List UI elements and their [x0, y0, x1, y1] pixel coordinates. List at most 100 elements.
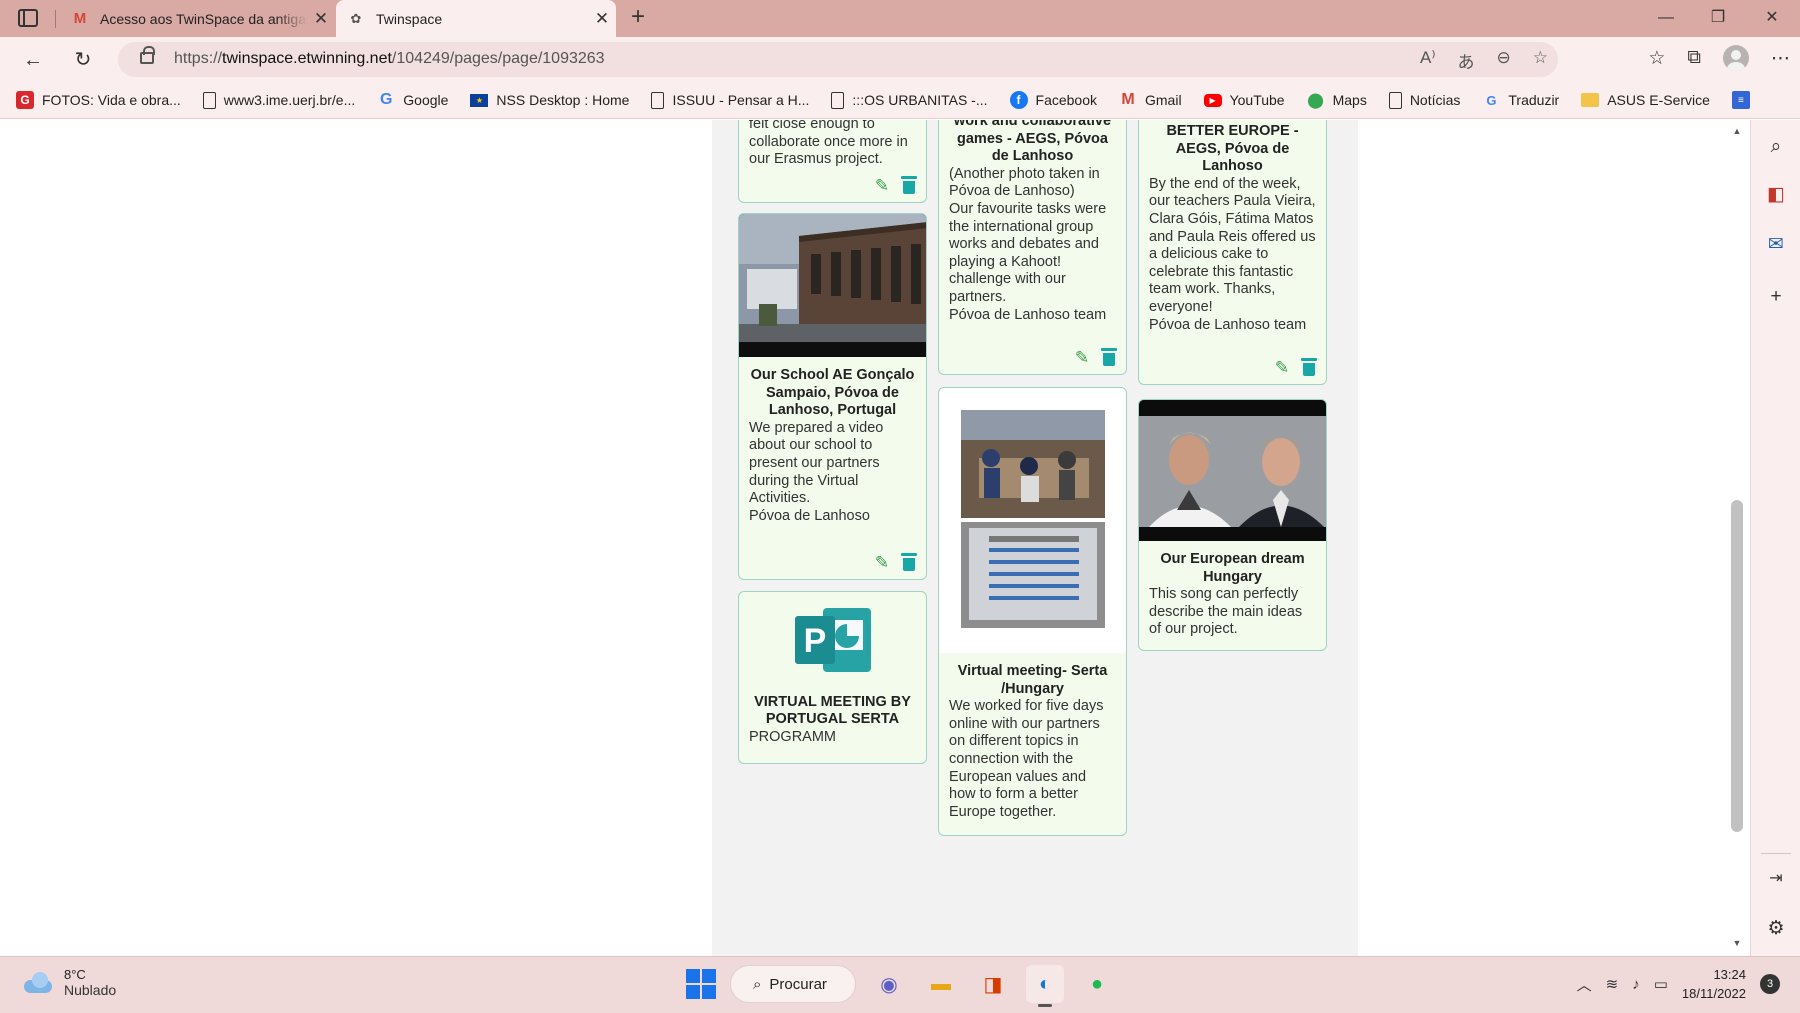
restore-button[interactable]: ❐: [1692, 0, 1744, 37]
scrollbar-thumb[interactable]: [1731, 500, 1743, 832]
card-collaborative-games[interactable]: work and collaborative games - AEGS, Póv…: [938, 120, 1127, 375]
edit-icon[interactable]: ✎: [872, 176, 892, 196]
tab-actions-icon[interactable]: [18, 9, 38, 27]
zoom-out-icon[interactable]: ⊖: [1497, 48, 1511, 73]
teams-chat-icon[interactable]: ◉: [870, 965, 908, 1003]
edit-icon[interactable]: ✎: [1072, 348, 1092, 368]
meeting-photo[interactable]: [939, 388, 1126, 653]
bookmark-youtube[interactable]: ▶ YouTube: [1203, 92, 1285, 108]
bookmark-ime-uerj[interactable]: www3.ime.uerj.br/e...: [202, 91, 355, 109]
card-actions: ✎: [872, 176, 917, 196]
card-title[interactable]: Our European dream Hungary: [1139, 541, 1326, 586]
bookmark-noticias[interactable]: Notícias: [1388, 91, 1460, 109]
notification-badge[interactable]: 3: [1760, 974, 1780, 994]
bookmark-issuu[interactable]: ISSUU - Pensar a H...: [651, 91, 809, 109]
add-app-icon[interactable]: +: [1763, 284, 1789, 310]
powerpoint-icon[interactable]: P: [739, 592, 926, 682]
card-title[interactable]: BETTER EUROPE - AEGS, Póvoa de Lanhoso: [1139, 120, 1326, 176]
delete-icon[interactable]: [1101, 348, 1117, 366]
tab-separator: [55, 10, 56, 28]
card-text: We prepared a video about our school to …: [749, 419, 884, 507]
tab-gmail[interactable]: M Acesso aos TwinSpace da antiga ✕: [60, 0, 335, 37]
page-scrollbar[interactable]: ▲ ▼: [1727, 120, 1747, 956]
card-text-tasks: Our favourite tasks were the internation…: [949, 200, 1107, 305]
wifi-icon[interactable]: ≋: [1606, 975, 1619, 993]
bookmarks-bar: G FOTOS: Vida e obra... www3.ime.uerj.br/…: [0, 82, 1800, 119]
office-app-icon[interactable]: ◨: [974, 965, 1012, 1003]
card-title[interactable]: Virtual meeting- Serta /Hungary: [939, 653, 1126, 698]
card-erasmus[interactable]: felt close enough to collaborate once mo…: [738, 120, 927, 203]
translate-icon[interactable]: あ: [1458, 48, 1475, 73]
card-our-school[interactable]: Our School AE Gonçalo Sampaio, Póvoa de …: [738, 213, 927, 580]
outlook-icon[interactable]: ✉: [1763, 232, 1789, 258]
bookmark-traduzir[interactable]: G Traduzir: [1482, 91, 1559, 109]
bookmark-google[interactable]: G Google: [377, 91, 448, 109]
clock[interactable]: 13:24 18/11/2022: [1682, 965, 1746, 1003]
settings-icon[interactable]: ⚙: [1763, 916, 1789, 942]
scroll-up-icon[interactable]: ▲: [1731, 126, 1743, 136]
delete-icon[interactable]: [1301, 358, 1317, 376]
profile-avatar[interactable]: [1723, 45, 1749, 71]
file-explorer-icon[interactable]: ▬: [922, 965, 960, 1003]
volume-icon[interactable]: ♪: [1632, 976, 1640, 993]
url-text[interactable]: https://twinspace.etwinning.net/104249/p…: [174, 50, 605, 68]
close-window-button[interactable]: ✕: [1746, 0, 1798, 37]
youtube-icon: ▶: [1203, 93, 1222, 107]
edit-icon[interactable]: ✎: [1272, 358, 1292, 378]
card-title[interactable]: work and collaborative games - AEGS, Póv…: [939, 120, 1126, 166]
card-virtual-meeting-portugal[interactable]: P VIRTUAL MEETING BY PORTUGAL SERTA PROG…: [738, 591, 927, 764]
add-favorite-icon[interactable]: ☆: [1533, 48, 1548, 73]
bookmark-facebook[interactable]: f Facebook: [1009, 91, 1097, 109]
taskbar-apps: ⌕ Procurar ◉ ▬ ◨ ◐ ●: [686, 965, 1116, 1007]
video-thumbnail[interactable]: [1139, 400, 1326, 541]
more-menu-icon[interactable]: ⋯: [1771, 47, 1790, 70]
bookmark-urbanitas[interactable]: :::OS URBANITAS -...: [831, 91, 988, 109]
document-icon: ≡: [1731, 91, 1750, 109]
bookmark-gmail[interactable]: M Gmail: [1119, 91, 1182, 109]
delete-icon[interactable]: [901, 176, 917, 194]
chevron-up-icon[interactable]: ︿: [1577, 974, 1592, 995]
tab-twinspace[interactable]: ✿ Twinspace ✕: [336, 0, 616, 37]
bookmark-fotos[interactable]: G FOTOS: Vida e obra...: [16, 91, 181, 109]
office-icon[interactable]: ◧: [1763, 182, 1789, 208]
close-tab-icon[interactable]: ✕: [307, 9, 335, 29]
favorites-icon[interactable]: ☆: [1648, 47, 1665, 70]
hide-sidebar-icon[interactable]: ⇥: [1763, 866, 1789, 892]
scroll-down-icon[interactable]: ▼: [1731, 938, 1743, 948]
card-virtual-meeting-serta[interactable]: Virtual meeting- Serta /Hungary We worke…: [938, 387, 1127, 836]
card-title[interactable]: VIRTUAL MEETING BY PORTUGAL SERTA: [739, 682, 926, 729]
bookmark-maps[interactable]: ⬤ Maps: [1307, 91, 1367, 109]
svg-text:P: P: [803, 622, 826, 660]
address-bar-actions: A⁾ あ ⊖ ☆: [1420, 48, 1548, 73]
card-text-team: Póvoa de Lanhoso team: [1149, 316, 1307, 333]
weather-condition: Nublado: [64, 982, 117, 998]
etwinning-icon: ✿: [350, 10, 362, 26]
read-aloud-icon[interactable]: A⁾: [1420, 48, 1436, 73]
bookmark-nss-desktop[interactable]: ★ NSS Desktop : Home: [470, 92, 629, 108]
card-title[interactable]: Our School AE Gonçalo Sampaio, Póvoa de …: [739, 357, 926, 420]
taskbar-search[interactable]: ⌕ Procurar: [730, 965, 856, 1003]
lock-icon[interactable]: [140, 46, 155, 64]
search-icon[interactable]: ⌕: [1763, 134, 1789, 160]
card-european-dream[interactable]: Our European dream Hungary This song can…: [1138, 399, 1327, 651]
start-button[interactable]: [686, 969, 716, 999]
bookmark-label: Gmail: [1145, 92, 1182, 108]
back-button[interactable]: ←: [18, 45, 48, 75]
spotify-icon[interactable]: ●: [1078, 965, 1116, 1003]
delete-icon[interactable]: [901, 553, 917, 571]
weather-widget[interactable]: 8°C Nublado: [20, 967, 116, 998]
bookmark-extra[interactable]: ≡: [1731, 91, 1758, 109]
collections-icon[interactable]: ⧉: [1687, 47, 1701, 69]
video-thumbnail[interactable]: [739, 214, 926, 357]
minimize-button[interactable]: —: [1640, 0, 1692, 37]
edge-browser-icon[interactable]: ◐: [1026, 965, 1064, 1007]
reload-button[interactable]: ↻: [68, 45, 98, 75]
card-text: By the end of the week, our teachers Pau…: [1149, 175, 1316, 315]
battery-icon[interactable]: ▭: [1654, 975, 1668, 993]
bookmark-asus[interactable]: ASUS E-Service: [1581, 92, 1710, 108]
address-bar[interactable]: https://twinspace.etwinning.net/104249/p…: [118, 42, 1558, 77]
card-better-europe[interactable]: BETTER EUROPE - AEGS, Póvoa de Lanhoso B…: [1138, 120, 1327, 385]
close-tab-icon[interactable]: ✕: [588, 9, 616, 29]
edit-icon[interactable]: ✎: [872, 553, 892, 573]
new-tab-button[interactable]: +: [624, 4, 652, 32]
